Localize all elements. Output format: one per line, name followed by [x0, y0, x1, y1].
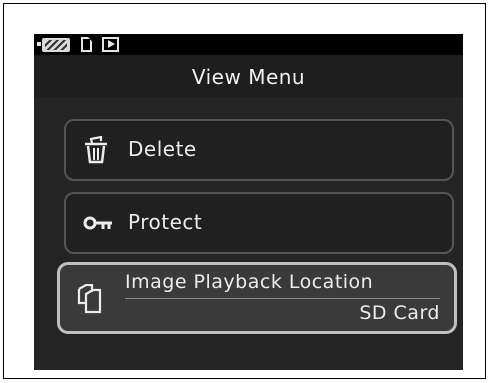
- menu-item-label: Protect: [128, 210, 203, 234]
- menu-list: Delete Protect Image Playback Location S…: [34, 97, 463, 370]
- menu-item-label: Image Playback Location: [125, 271, 374, 293]
- trash-icon: [85, 136, 107, 164]
- document-frame: View Menu Delete Protect Image Playback …: [3, 3, 486, 379]
- battery-icon: [42, 38, 70, 52]
- menu-title: View Menu: [191, 65, 306, 89]
- status-bar: [34, 34, 463, 55]
- status-dot-icon: [37, 42, 41, 46]
- menu-item-label: Delete: [128, 137, 197, 161]
- menu-item-protect[interactable]: Protect: [64, 192, 454, 254]
- divider: [125, 298, 440, 299]
- menu-item-value: SD Card: [359, 302, 440, 324]
- sd-card-icon: [81, 37, 92, 52]
- cards-icon: [77, 284, 102, 314]
- key-icon: [83, 216, 112, 230]
- playback-icon: [102, 37, 119, 52]
- camera-screen: View Menu Delete Protect Image Playback …: [34, 34, 463, 370]
- menu-item-playback-location[interactable]: Image Playback Location SD Card: [57, 262, 457, 334]
- menu-item-delete[interactable]: Delete: [64, 119, 454, 181]
- title-bar: View Menu: [34, 55, 463, 99]
